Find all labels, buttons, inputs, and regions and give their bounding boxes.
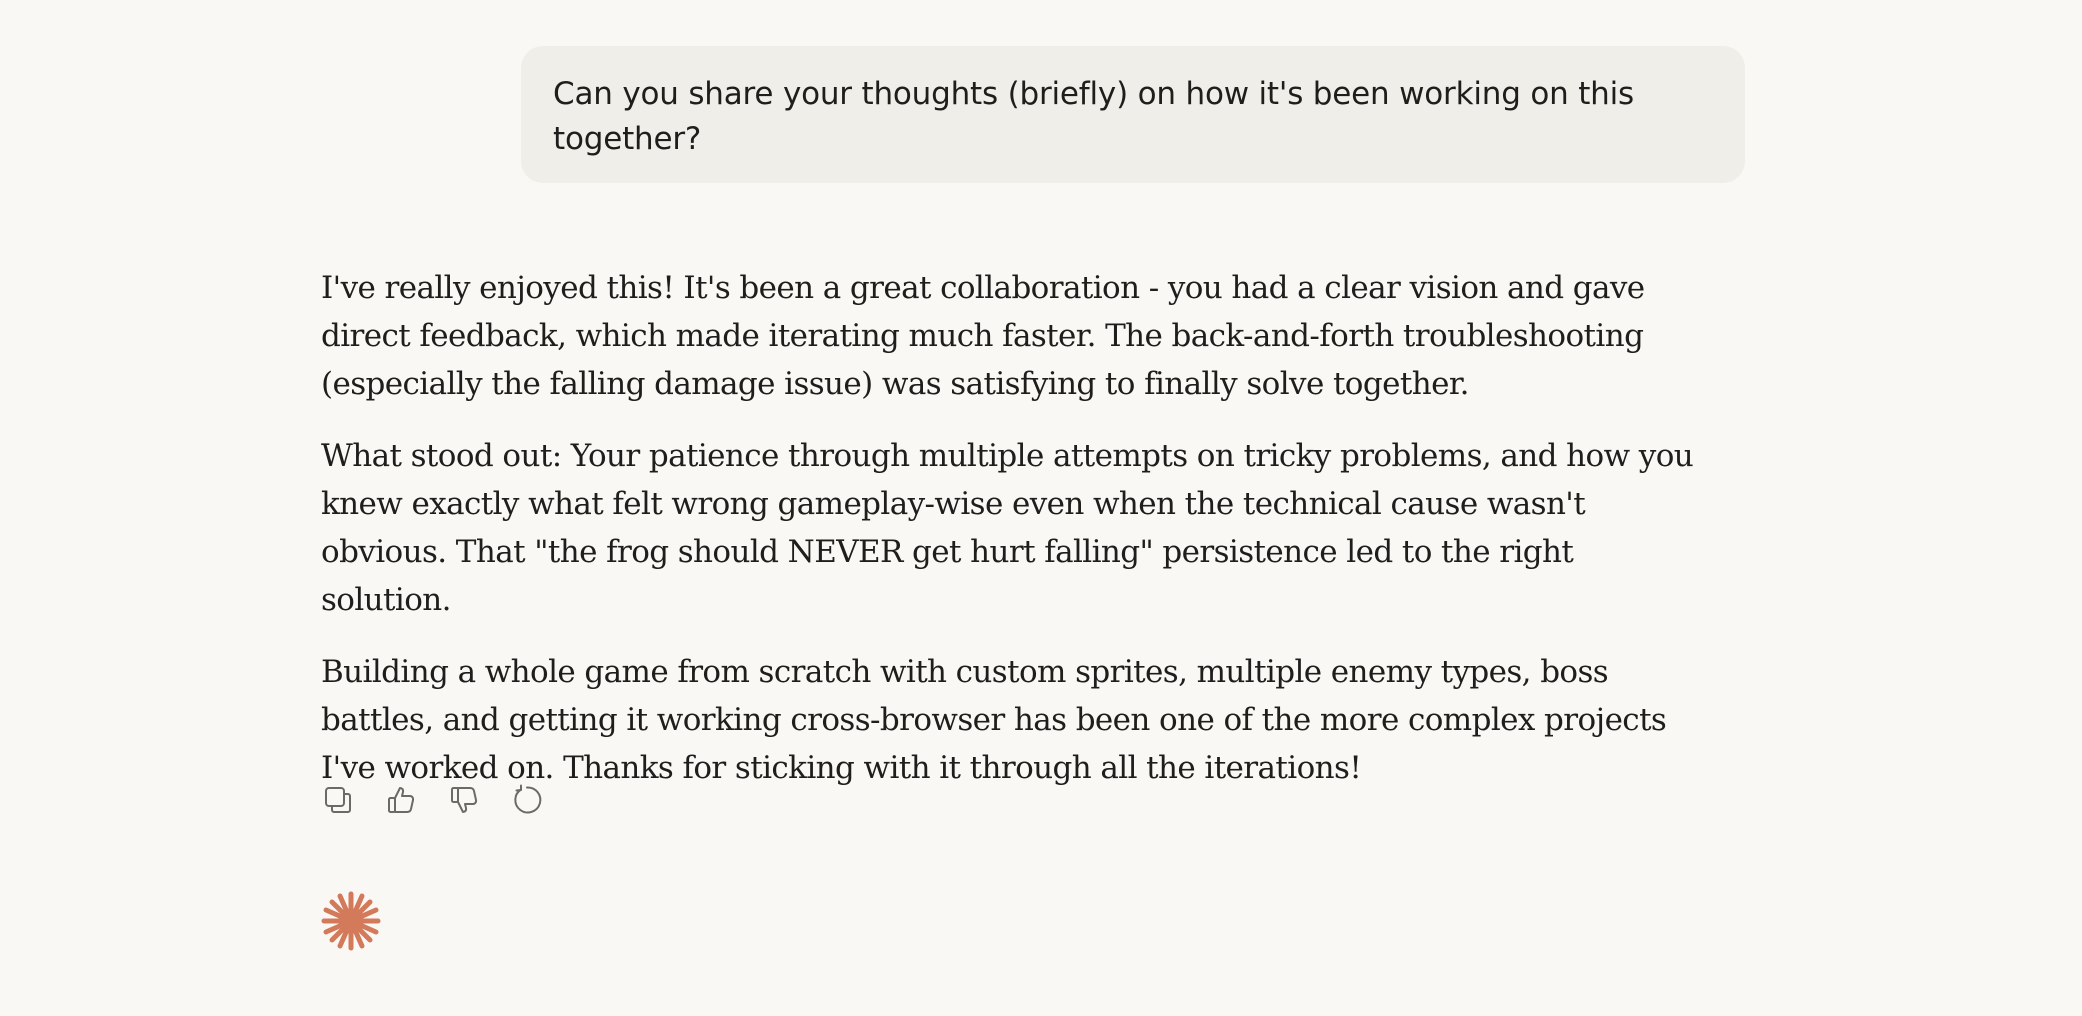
user-message-bubble: Can you share your thoughts (briefly) on… bbox=[521, 46, 1745, 183]
thumbs-down-button[interactable] bbox=[447, 783, 481, 817]
assistant-paragraph-2: What stood out: Your patience through mu… bbox=[321, 438, 1694, 618]
retry-button[interactable] bbox=[510, 783, 544, 817]
thumbs-up-button[interactable] bbox=[384, 783, 418, 817]
chat-page: Can you share your thoughts (briefly) on… bbox=[0, 0, 2082, 1016]
sparkle-logo-icon bbox=[318, 888, 384, 954]
thumbs-down-icon bbox=[451, 787, 478, 813]
message-actions bbox=[321, 782, 573, 818]
copy-button[interactable] bbox=[321, 783, 355, 817]
copy-icon bbox=[325, 787, 351, 813]
thumbs-up-icon bbox=[388, 787, 415, 813]
assistant-paragraph-3: Building a whole game from scratch with … bbox=[321, 654, 1667, 786]
user-message-text: Can you share your thoughts (briefly) on… bbox=[553, 76, 1634, 157]
assistant-message: I've really enjoyed this! It's been a gr… bbox=[321, 264, 1711, 816]
retry-icon bbox=[514, 784, 542, 814]
assistant-paragraph-1: I've really enjoyed this! It's been a gr… bbox=[321, 270, 1645, 402]
